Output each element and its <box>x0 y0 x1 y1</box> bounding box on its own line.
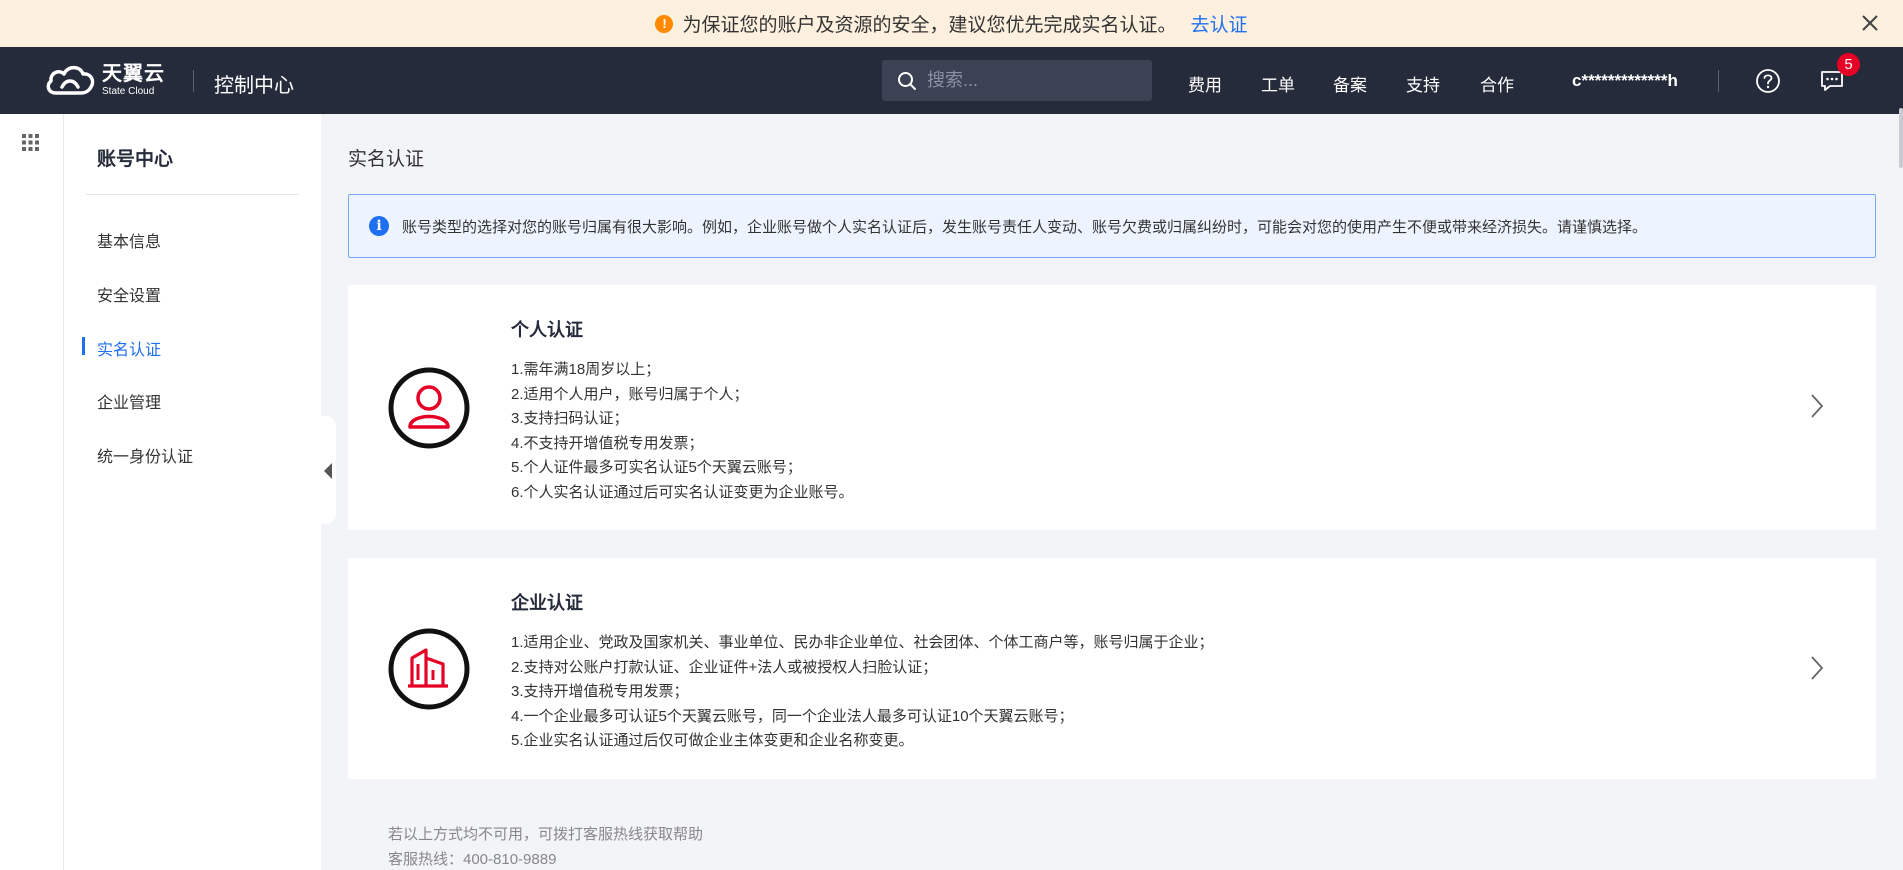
close-icon[interactable] <box>1855 8 1885 38</box>
caret-left-icon <box>324 463 332 479</box>
console-title[interactable]: 控制中心 <box>214 69 294 98</box>
page-title: 实名认证 <box>348 149 425 170</box>
requirement-line: 4.不支持开增值税专用发票； <box>511 434 704 452</box>
logo[interactable]: 天翼云 State Cloud <box>44 63 165 97</box>
help-text: 若以上方式均不可用，可拨打客服热线获取帮助 <box>388 826 704 843</box>
sidebar-item-basic-info[interactable]: 基本信息 <box>97 228 161 252</box>
card-requirements: 1.需年满18周岁以上； 2.适用个人用户，账号归属于个人； 3.支持扫码认证；… <box>511 358 854 505</box>
personal-verification-card[interactable]: 个人认证 1.需年满18周岁以上； 2.适用个人用户，账号归属于个人； 3.支持… <box>348 285 1876 530</box>
person-icon <box>388 367 470 449</box>
nav-divider <box>1718 70 1719 92</box>
nav-link-support[interactable]: 支持 <box>1406 71 1440 96</box>
search-box[interactable] <box>882 60 1152 101</box>
nav-link-filing[interactable]: 备案 <box>1333 71 1367 96</box>
app-grid-icon[interactable] <box>22 134 39 151</box>
nav-link-tickets[interactable]: 工单 <box>1261 71 1295 96</box>
sidebar-item-real-name[interactable]: 实名认证 <box>97 336 161 360</box>
message-count-badge: 5 <box>1837 53 1860 76</box>
requirement-line: 3.支持开增值税专用发票； <box>511 683 689 700</box>
sidebar-title: 账号中心 <box>97 149 174 170</box>
chevron-right-icon[interactable] <box>1810 393 1824 419</box>
enterprise-verification-card[interactable]: 企业认证 1.适用企业、党政及国家机关、事业单位、民办非企业单位、社会团体、个体… <box>348 558 1876 779</box>
search-input[interactable] <box>925 69 1129 92</box>
search-icon <box>898 71 916 90</box>
top-navigation: 天翼云 State Cloud 控制中心 费用 工单 备案 支持 合作 c***… <box>0 47 1903 114</box>
nav-divider <box>193 70 194 92</box>
help-icon[interactable] <box>1755 68 1781 94</box>
requirement-line: 5.企业实名认证通过后仅可做企业主体变更和企业名称变更。 <box>511 732 914 749</box>
info-text: 账号类型的选择对您的账号归属有很大影响。例如，企业账号做个人实名认证后，发生账号… <box>402 218 1648 236</box>
requirement-line: 6.个人实名认证通过后可实名认证变更为企业账号。 <box>511 483 854 501</box>
info-icon: i <box>369 216 389 236</box>
requirement-line: 2.支持对公账户打款认证、企业证件+法人或被授权人扫脸认证； <box>511 658 938 676</box>
sidebar-item-enterprise[interactable]: 企业管理 <box>97 389 161 413</box>
requirement-line: 1.需年满18周岁以上； <box>511 361 661 378</box>
info-alert: i 账号类型的选择对您的账号归属有很大影响。例如，企业账号做个人实名认证后，发生… <box>348 194 1876 258</box>
notice-bar: ! 为保证您的账户及资源的安全，建议您优先完成实名认证。 去认证 <box>0 0 1903 47</box>
chevron-right-icon[interactable] <box>1810 655 1824 681</box>
sidebar: 账号中心 基本信息 安全设置 实名认证 企业管理 统一身份认证 <box>64 114 321 870</box>
card-requirements: 1.适用企业、党政及国家机关、事业单位、民办非企业单位、社会团体、个体工商户等，… <box>511 631 1214 754</box>
hotline-text: 客服热线：400-810-9889 <box>388 851 557 868</box>
requirement-line: 4.一个企业最多可认证5个天翼云账号，同一个企业法人最多可认证10个天翼云账号； <box>511 707 1074 725</box>
building-icon <box>388 628 470 710</box>
requirement-line: 2.适用个人用户，账号归属于个人； <box>511 385 749 403</box>
sidebar-divider <box>86 194 299 195</box>
logo-text-en: State Cloud <box>102 85 155 97</box>
sidebar-item-security[interactable]: 安全设置 <box>97 282 161 306</box>
requirement-line: 5.个人证件最多可实名认证5个天翼云账号； <box>511 459 802 476</box>
requirement-line: 3.支持扫码认证； <box>511 410 629 427</box>
nav-link-fees[interactable]: 费用 <box>1188 71 1222 96</box>
icon-rail <box>0 114 64 870</box>
requirement-line: 1.适用企业、党政及国家机关、事业单位、民办非企业单位、社会团体、个体工商户等，… <box>511 634 1214 651</box>
card-title: 个人认证 <box>511 320 583 340</box>
nav-link-partner[interactable]: 合作 <box>1480 71 1514 96</box>
warning-icon: ! <box>655 14 674 33</box>
cloud-logo-icon <box>46 65 95 95</box>
logo-text-cn: 天翼云 <box>102 62 165 85</box>
active-indicator <box>82 337 85 355</box>
user-account[interactable]: c*************h <box>1572 71 1678 91</box>
notice-text: 为保证您的账户及资源的安全，建议您优先完成实名认证。 <box>682 15 1177 36</box>
verify-link[interactable]: 去认证 <box>1191 10 1248 37</box>
sidebar-item-unified-identity[interactable]: 统一身份认证 <box>97 443 193 467</box>
card-title: 企业认证 <box>511 593 583 613</box>
scrollbar[interactable] <box>1899 108 1903 168</box>
sidebar-collapse-handle[interactable] <box>318 416 336 524</box>
